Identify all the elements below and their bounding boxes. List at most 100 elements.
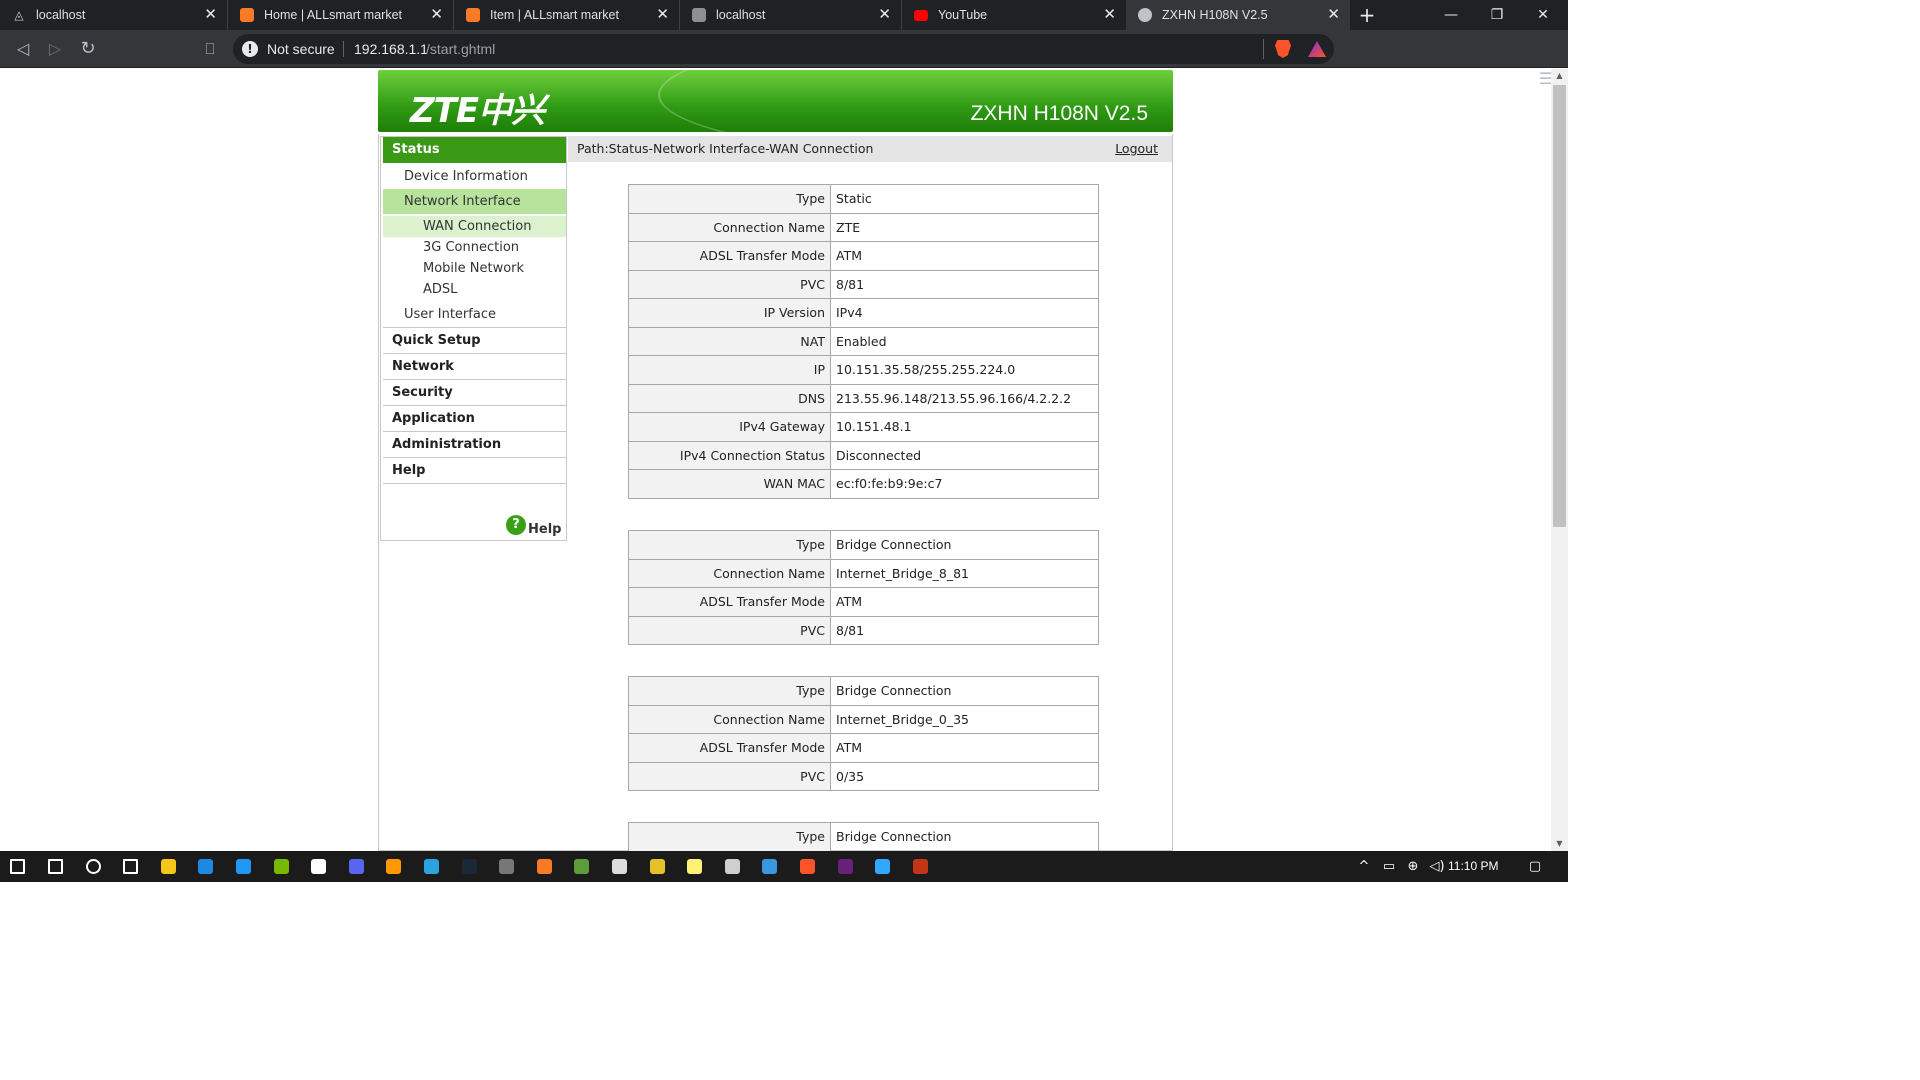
nav-adsl[interactable]: ADSL [383,279,566,300]
url-path[interactable]: /start.ghtml [426,34,495,64]
minecraft-icon[interactable] [566,851,596,882]
forward-icon[interactable]: ▷ [42,30,68,68]
brave-icon[interactable] [792,851,822,882]
network-globe-icon[interactable]: ⊕ [1404,851,1422,882]
browser-app-icon[interactable] [228,851,258,882]
close-icon[interactable]: ✕ [1103,0,1116,30]
minimize-button[interactable]: — [1428,0,1474,30]
clock[interactable]: 11:10 PM [1448,851,1498,882]
field-value: ATM [830,587,1099,617]
field-label: Connection Name [628,212,831,242]
nav-security[interactable]: Security [383,380,566,406]
close-icon[interactable]: ✕ [430,0,443,30]
nav-user-interface[interactable]: User Interface [383,302,566,328]
obs-icon[interactable] [604,851,634,882]
help-label[interactable]: Help [528,522,561,537]
nav-network[interactable]: Network [383,354,566,380]
visual-studio-icon[interactable] [830,851,860,882]
bookmark-icon[interactable]: ⎕ [197,30,223,68]
notifications-icon[interactable]: ▢ [1526,851,1544,882]
table-row: ADSL Transfer Mode ATM [628,587,1099,617]
window-close-button[interactable]: ✕ [1520,0,1566,30]
close-icon[interactable]: ✕ [656,0,669,30]
media-player-icon[interactable] [190,851,220,882]
table-row: Connection Name Internet_Bridge_0_35 [628,704,1099,734]
logout-link[interactable]: Logout [1115,136,1158,162]
tab-home-allsmart[interactable]: Home | ALLsmart market ✕ [228,0,454,30]
field-value: Enabled [830,326,1099,356]
nav-3g-connection[interactable]: 3G Connection [383,237,566,258]
nav-device-information[interactable]: Device Information [383,164,566,189]
folder-icon[interactable] [642,851,672,882]
nav-network-interface[interactable]: Network Interface [383,189,566,214]
sublime-text-icon[interactable] [378,851,408,882]
localhost-icon [692,8,706,22]
chevron-up-icon[interactable]: ^ [1355,851,1373,882]
nav-mobile-network[interactable]: Mobile Network [383,258,566,279]
minecraft-icon-glyph [574,859,590,874]
nav-status[interactable]: Status [383,137,566,163]
steam-icon[interactable] [454,851,484,882]
discord-icon[interactable] [341,851,371,882]
xampp-icon[interactable] [529,851,559,882]
tab-title: Home | ALLsmart market [264,8,403,22]
reload-icon[interactable]: ↻ [75,30,101,68]
table-row: Connection Name ZTE [628,212,1099,242]
tab-title: localhost [36,8,86,22]
scroll-up-icon[interactable]: ▲ [1551,69,1568,83]
photoshop-icon-glyph [875,859,891,874]
telegram-icon[interactable] [416,851,446,882]
cortana-icon[interactable] [78,851,108,882]
close-icon[interactable]: ✕ [204,0,217,30]
field-label: WAN MAC [628,469,831,499]
tab-item-allsmart[interactable]: Item | ALLsmart market ✕ [454,0,680,30]
search-icon[interactable] [40,851,70,882]
windows-taskbar: ^ ▭ ⊕ ◁) 11:10 PM ▢ [0,851,1568,882]
table-row: Connection Name Internet_Bridge_8_81 [628,558,1099,588]
vertical-scrollbar[interactable]: ▲ ▼ [1551,69,1568,851]
windows-start-icon[interactable] [2,851,32,882]
tab-zxhn-active[interactable]: ZXHN H108N V2.5 ✕ [1126,0,1350,30]
table-row: PVC 8/81 [628,269,1099,299]
scrollbar-thumb[interactable] [1553,85,1566,527]
archive-icon[interactable] [491,851,521,882]
calculator-icon-glyph [724,859,740,874]
dota-icon[interactable] [905,851,935,882]
photoshop-icon[interactable] [867,851,897,882]
app-l-icon[interactable] [754,851,784,882]
battery-icon[interactable]: ▭ [1380,851,1398,882]
field-value: 8/81 [830,269,1099,299]
nvidia-icon[interactable] [266,851,296,882]
scroll-down-icon[interactable]: ▼ [1551,837,1568,851]
address-bar[interactable]: ! Not secure 192.168.1.1 /start.ghtml [233,34,1334,64]
globe-icon [1138,8,1152,22]
help-link[interactable]: ? Help [506,515,568,537]
nav-administration[interactable]: Administration [383,432,566,458]
file-explorer-icon[interactable] [153,851,183,882]
nav-help[interactable]: Help [383,458,566,484]
nav-application[interactable]: Application [383,406,566,432]
sticky-notes-icon[interactable] [679,851,709,882]
restore-button[interactable]: ❐ [1474,0,1520,30]
task-view-icon[interactable] [115,851,145,882]
volume-icon[interactable]: ◁) [1428,851,1446,882]
close-icon[interactable]: ✕ [878,0,891,30]
sublime-text-icon-glyph [386,859,402,874]
tab-localhost[interactable]: localhost ✕ [680,0,902,30]
table-row: PVC 8/81 [628,615,1099,645]
calculator-icon[interactable] [717,851,747,882]
url-host[interactable]: 192.168.1.1 [354,34,428,64]
tab-localhost-app[interactable]: ◬ localhost ✕ [0,0,228,30]
help-icon[interactable]: ? [506,515,526,535]
tab-youtube[interactable]: YouTube ✕ [902,0,1126,30]
divider [1263,39,1264,59]
mail-icon[interactable] [303,851,333,882]
tab-title: localhost [716,8,766,22]
back-icon[interactable]: ◁ [10,30,36,68]
new-tab-button[interactable]: + [1357,0,1377,30]
nav-quick-setup[interactable]: Quick Setup [383,328,566,354]
nav-wan-connection[interactable]: WAN Connection [383,216,566,237]
security-label[interactable]: Not secure [267,34,335,64]
close-icon[interactable]: ✕ [1327,0,1340,30]
info-icon[interactable]: ! [242,41,258,57]
